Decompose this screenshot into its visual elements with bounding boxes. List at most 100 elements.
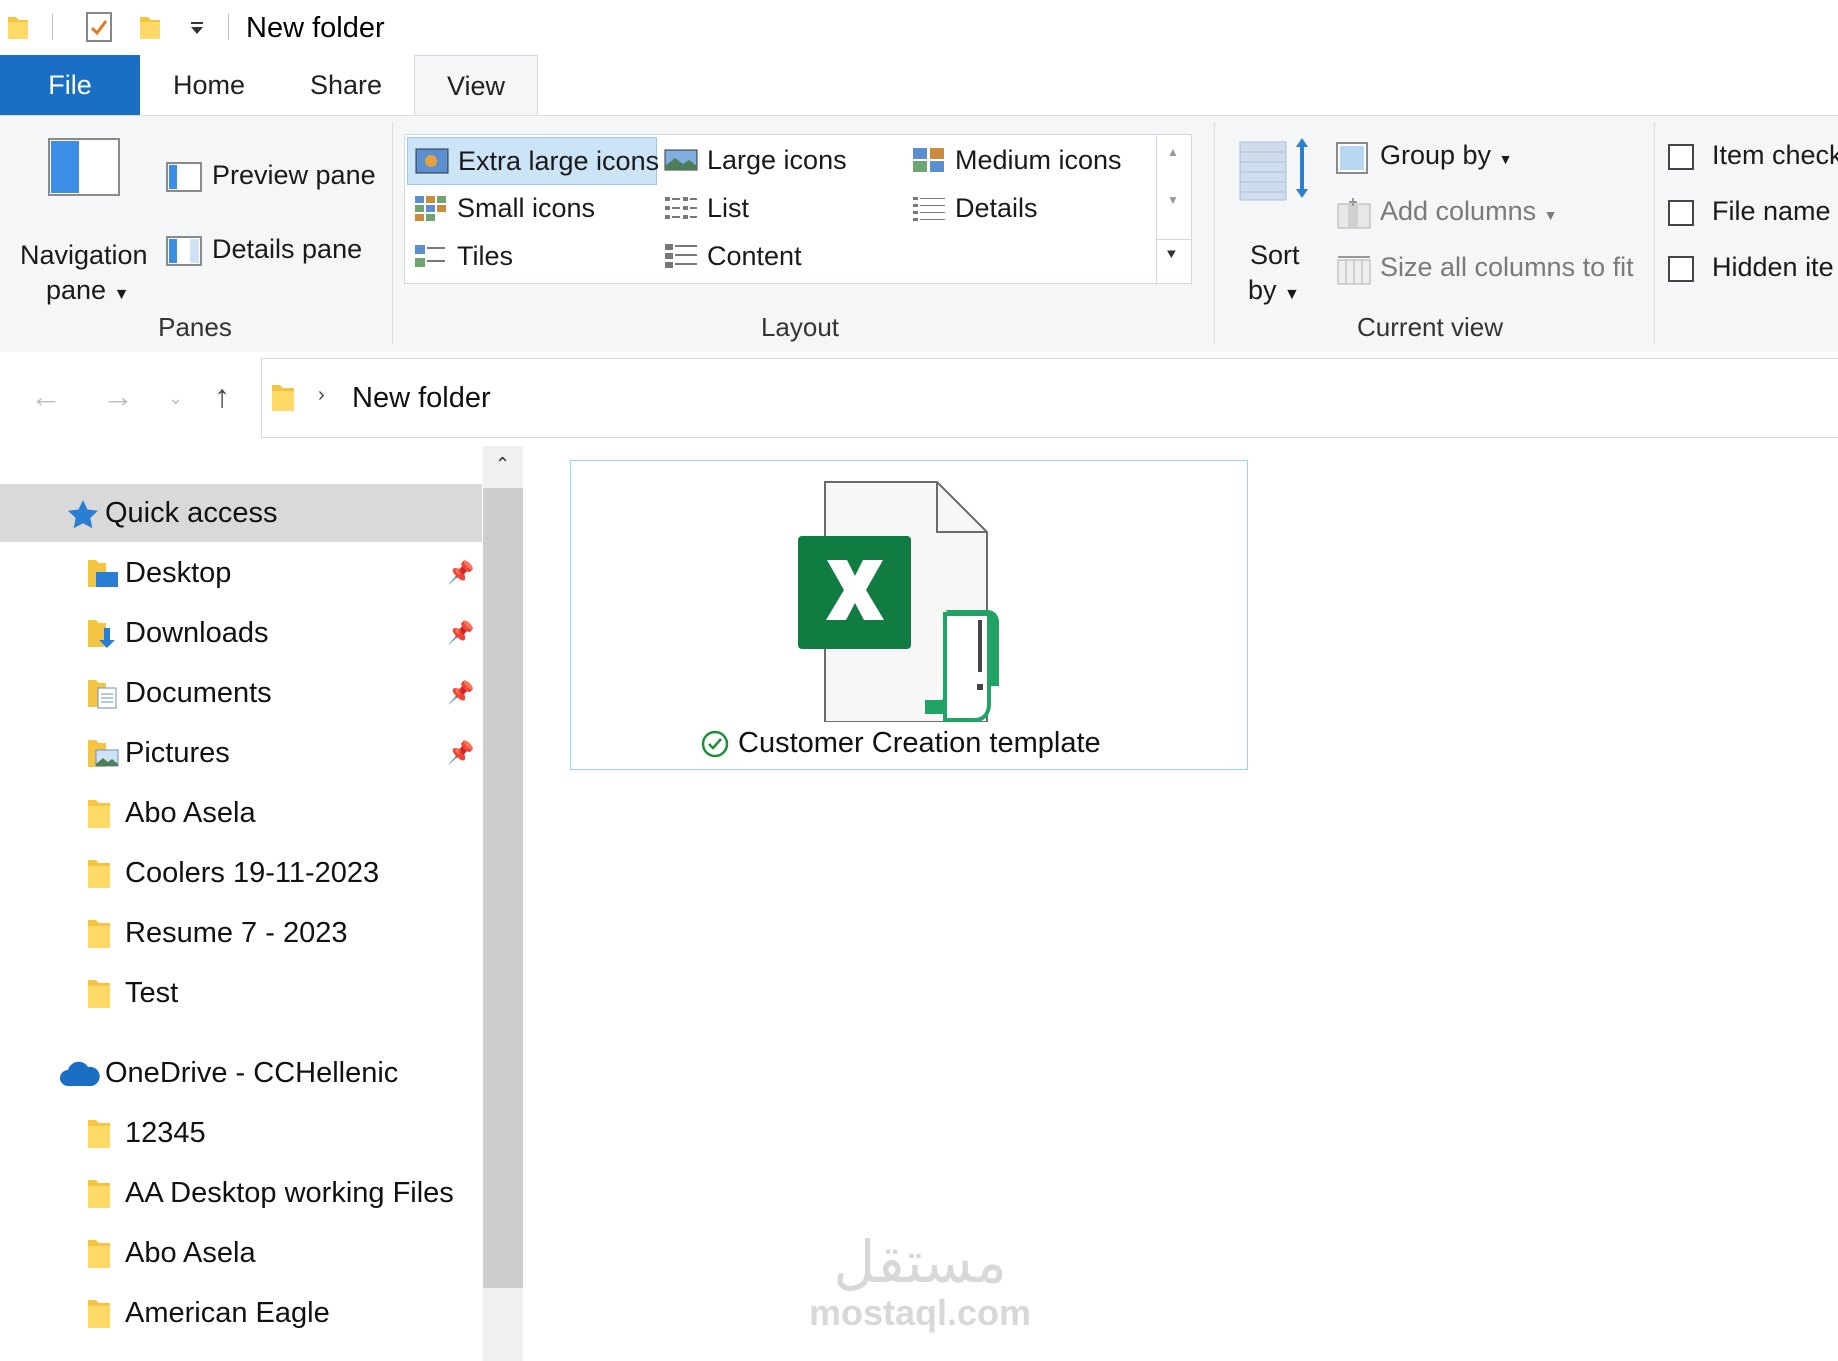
details-pane-icon (166, 236, 202, 266)
group-separator (1214, 122, 1215, 344)
chevron-down-icon: ▼ (113, 286, 130, 303)
hidden-items-label: Hidden ite (1712, 252, 1834, 282)
layout-medium-icons[interactable]: Medium icons (905, 137, 1153, 183)
breadcrumb-current[interactable]: New folder (352, 382, 491, 415)
properties-check-icon[interactable] (84, 10, 114, 44)
tree-label: Test (125, 976, 179, 1009)
group-separator (392, 122, 393, 344)
breadcrumb-chevron-icon[interactable]: › (318, 384, 325, 407)
tree-label: Quick access (105, 496, 278, 529)
tree-onedrive[interactable]: OneDrive - CCHellenic (0, 1044, 482, 1102)
folder-icon[interactable] (6, 11, 30, 41)
details-pane-label: Details pane (212, 234, 363, 264)
scroll-up-icon[interactable]: ▲ (1167, 145, 1179, 159)
sort-by-label: Sort (1250, 240, 1300, 270)
watermark-arabic: مستقل (833, 1228, 1007, 1296)
layout-tiles[interactable]: Tiles (407, 233, 655, 279)
file-name-extensions-checkbox[interactable] (1668, 200, 1694, 226)
item-check-boxes-checkbox[interactable] (1668, 144, 1694, 170)
folder-icon (88, 800, 110, 828)
onedrive-cloud-icon (60, 1061, 100, 1086)
pictures-folder-icon (88, 740, 119, 767)
watermark: مستقل mostaql.com (800, 1230, 1040, 1332)
navigation-pane: Quick access Desktop 📌 Downloads 📌 Docum… (0, 444, 482, 1361)
tree-item-desktop[interactable]: Desktop 📌 (0, 544, 482, 602)
layout-small-icons[interactable]: Small icons (407, 185, 655, 231)
chevron-down-icon: ▼ (1543, 207, 1558, 223)
scroll-up-icon[interactable]: ⌃ (495, 454, 510, 475)
chevron-down-icon: ▼ (1498, 151, 1513, 167)
pin-icon[interactable]: 📌 (447, 560, 474, 586)
hidden-items-checkbox[interactable] (1668, 256, 1694, 282)
list-icon (665, 197, 697, 219)
layout-content[interactable]: Content (657, 233, 897, 279)
watermark-latin: mostaql.com (808, 1292, 1032, 1333)
tree-item-abo-asela-2[interactable]: Abo Asela (0, 1224, 482, 1282)
sort-by-button[interactable]: Sort by ▼ (1234, 130, 1314, 310)
layout-extra-large-icons[interactable]: Extra large icons (407, 137, 660, 185)
tab-view[interactable]: View (414, 55, 538, 117)
window-title: New folder (246, 12, 385, 44)
separator (1157, 239, 1191, 240)
layout-large-icons[interactable]: Large icons (657, 137, 897, 183)
back-arrow-icon[interactable]: ← (30, 378, 62, 415)
current-view-group-label: Current view (1357, 312, 1503, 342)
forward-arrow-icon[interactable]: → (102, 378, 134, 415)
star-icon (68, 500, 98, 529)
tree-item-aa-desktop[interactable]: AA Desktop working Files (0, 1164, 482, 1222)
layout-list[interactable]: List (657, 185, 897, 231)
tree-item-12345[interactable]: 12345 (0, 1104, 482, 1162)
customize-dropdown-icon[interactable] (190, 22, 206, 36)
layout-gallery: Extra large icons Large icons Medium ico… (404, 134, 1158, 284)
layout-small-icons-label: Small icons (457, 192, 596, 223)
layout-details[interactable]: Details (905, 185, 1153, 231)
nav-pane-scroll-thumb[interactable] (483, 488, 523, 1288)
folder-icon (88, 1120, 110, 1148)
navigation-pane-label: Navigation (20, 240, 148, 270)
desktop-folder-icon (88, 560, 118, 587)
tab-home[interactable]: Home (150, 55, 268, 115)
navigation-pane-button[interactable]: Navigation pane ▼ (14, 130, 154, 310)
tree-label: 12345 (125, 1116, 206, 1149)
tree-item-downloads[interactable]: Downloads 📌 (0, 604, 482, 662)
gallery-expand-icon[interactable]: ⯆ (1165, 247, 1178, 265)
tree-item-documents[interactable]: Documents 📌 (0, 664, 482, 722)
folder-icon (88, 1180, 110, 1208)
tree-item-american-eagle[interactable]: American Eagle (0, 1284, 482, 1342)
tab-file[interactable]: File (0, 55, 140, 115)
ribbon-tabs: File Home Share View (0, 55, 1838, 117)
tab-share[interactable]: Share (282, 55, 410, 115)
tiles-icon (415, 245, 445, 267)
address-bar[interactable] (261, 358, 1838, 438)
recent-locations-chevron-icon[interactable]: ⌄ (168, 388, 183, 409)
pin-icon[interactable]: 📌 (447, 620, 474, 646)
scroll-down-icon[interactable]: ▼ (1167, 193, 1179, 207)
up-arrow-icon[interactable]: ↑ (214, 378, 230, 415)
group-separator (1654, 122, 1655, 344)
sync-status-check-icon (701, 730, 729, 758)
layout-extra-large-icons-label: Extra large icons (458, 145, 660, 176)
layout-tiles-label: Tiles (457, 240, 514, 271)
tree-item-pictures[interactable]: Pictures 📌 (0, 724, 482, 782)
tree-label: Pictures (125, 736, 230, 769)
pin-icon[interactable]: 📌 (447, 680, 474, 706)
tree-quick-access[interactable]: Quick access (0, 484, 482, 542)
medium-icons-icon (913, 148, 944, 172)
ribbon-view: Navigation pane ▼ Preview pane Details p… (0, 115, 1838, 354)
tree-item-test[interactable]: Test (0, 964, 482, 1022)
content-icon (665, 244, 697, 268)
tree-label: Documents (125, 676, 272, 709)
tree-item-resume[interactable]: Resume 7 - 2023 (0, 904, 482, 962)
group-by-label: Group by ▼ (1380, 140, 1513, 170)
pin-icon[interactable]: 📌 (447, 740, 474, 766)
tree-item-abo-asela[interactable]: Abo Asela (0, 784, 482, 842)
tree-label: Coolers 19-11-2023 (125, 856, 380, 889)
separator (52, 14, 53, 40)
tree-label: Abo Asela (125, 1236, 256, 1269)
tree-item-coolers[interactable]: Coolers 19-11-2023 (0, 844, 482, 902)
new-folder-icon[interactable] (138, 11, 162, 41)
layout-content-label: Content (707, 240, 802, 271)
documents-folder-icon (88, 680, 117, 709)
separator (228, 14, 229, 40)
tree-label: AA Desktop working Files (125, 1176, 454, 1209)
